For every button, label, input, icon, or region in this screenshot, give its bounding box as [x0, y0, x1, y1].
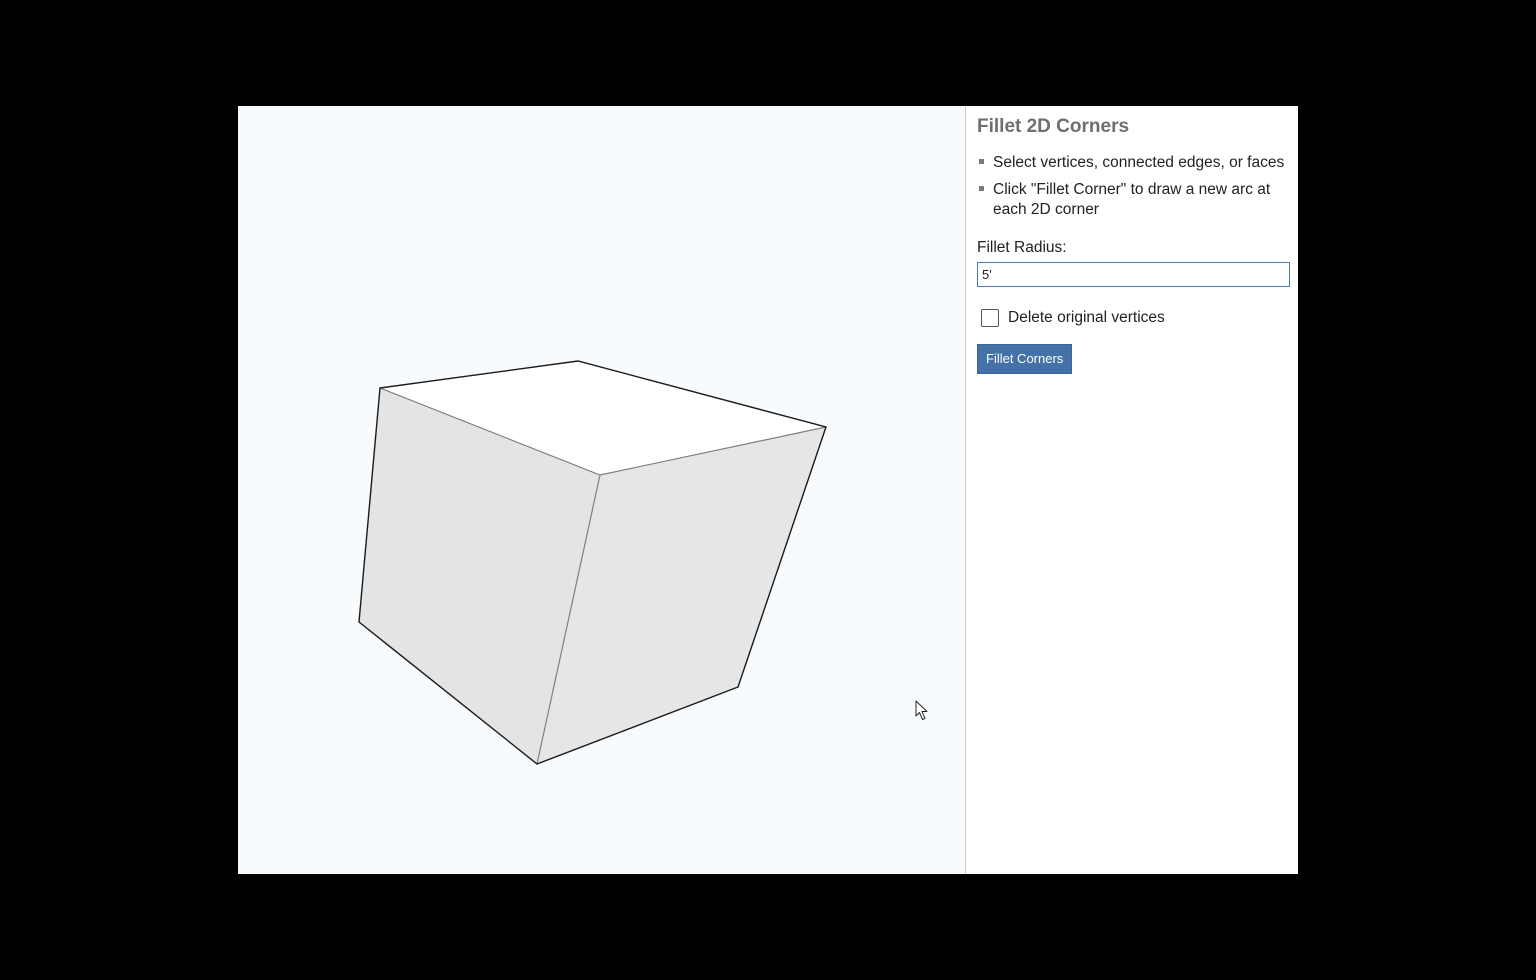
app-window: Fillet 2D Corners Select vertices, conne… — [238, 106, 1298, 874]
fillet-corners-button[interactable]: Fillet Corners — [977, 344, 1073, 374]
bullet-icon — [979, 186, 984, 191]
fillet-radius-label: Fillet Radius: — [977, 239, 1067, 256]
fillet-radius-input[interactable] — [977, 262, 1290, 287]
3d-viewport[interactable] — [238, 106, 966, 874]
delete-vertices-checkbox[interactable] — [981, 309, 999, 327]
bullet-icon — [979, 159, 984, 164]
instruction-text: Select vertices, connected edges, or fac… — [993, 154, 1285, 171]
instruction-item: Click "Fillet Corner" to draw a new arc … — [977, 180, 1290, 220]
instruction-list: Select vertices, connected edges, or fac… — [977, 153, 1290, 220]
panel-title: Fillet 2D Corners — [977, 116, 1130, 137]
delete-vertices-row[interactable]: Delete original vertices — [977, 307, 1290, 329]
arrow-pointer-icon — [915, 700, 928, 720]
cube-model[interactable] — [238, 106, 966, 874]
delete-vertices-label[interactable]: Delete original vertices — [1008, 309, 1165, 327]
fillet-tool-panel: Fillet 2D Corners Select vertices, conne… — [967, 106, 1298, 874]
instruction-text: Click "Fillet Corner" to draw a new arc … — [993, 181, 1271, 218]
instruction-item: Select vertices, connected edges, or fac… — [977, 153, 1290, 173]
